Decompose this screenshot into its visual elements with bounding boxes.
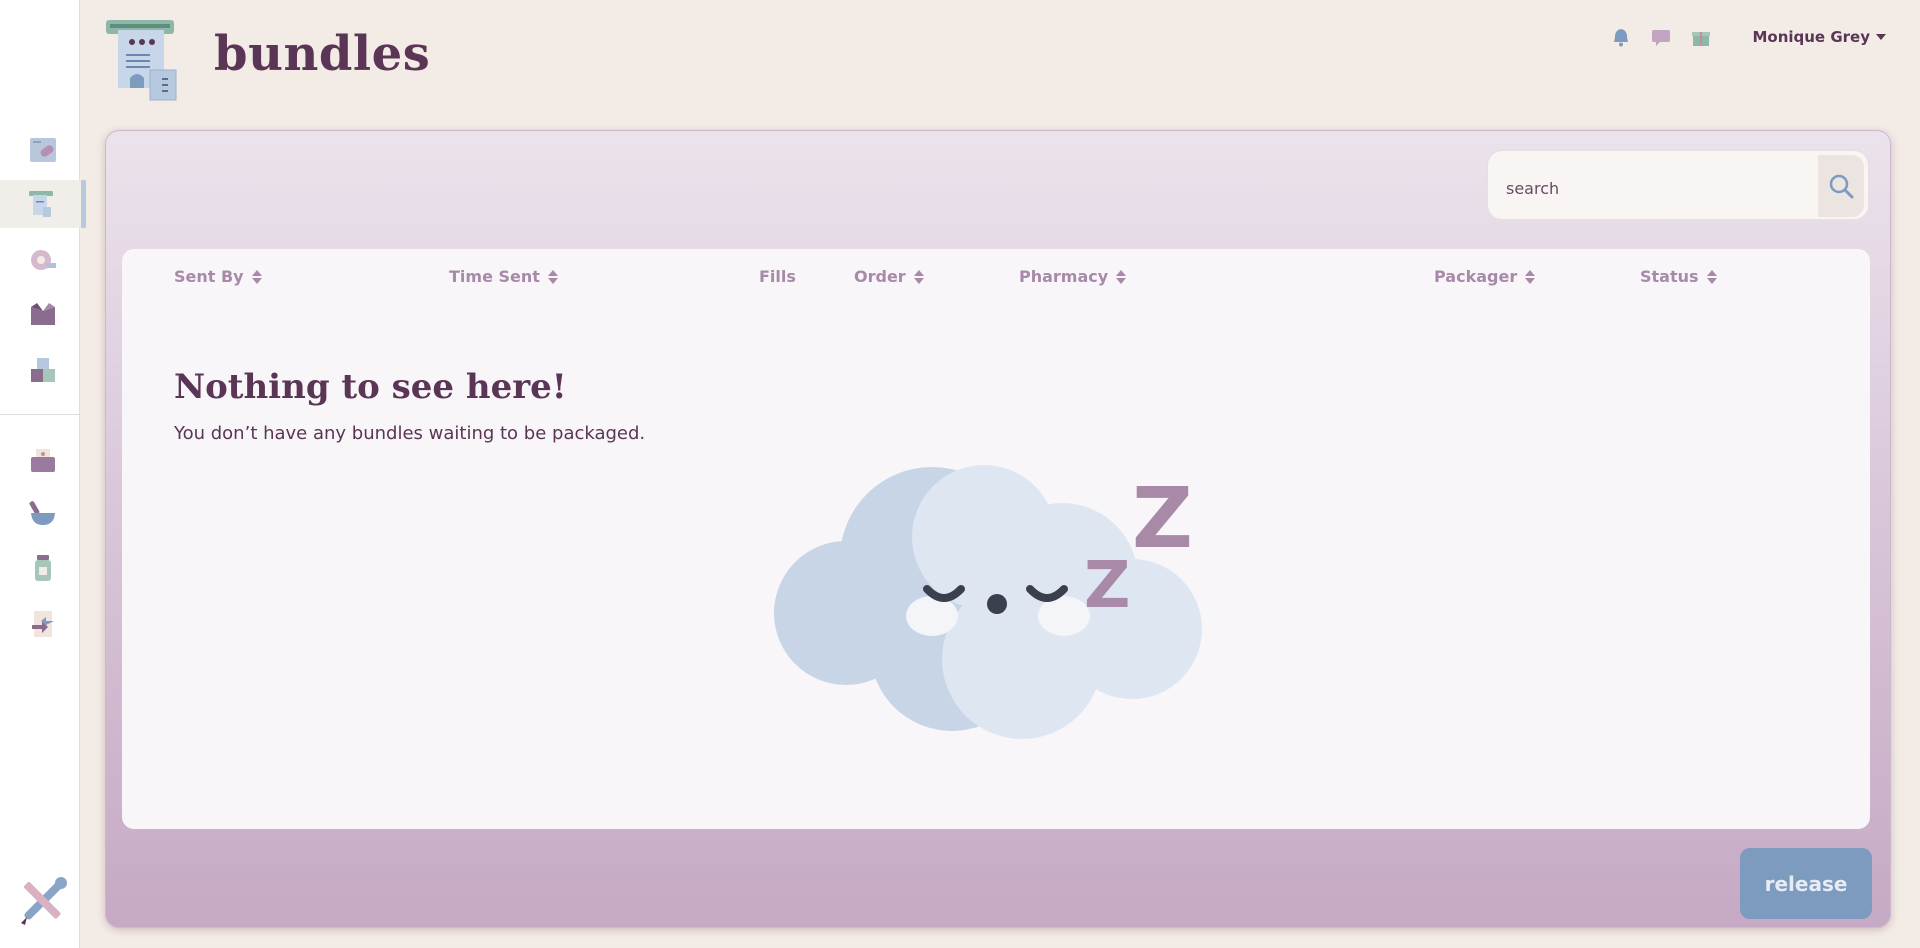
sidebar-divider [0,414,80,415]
chat-icon[interactable] [1650,26,1672,48]
bell-icon[interactable] [1610,26,1632,48]
user-name: Monique Grey [1752,28,1870,46]
bundles-table: Sent By Time Sent Fills Order Pharmacy P… [122,249,1870,829]
page-title: bundles [214,26,431,82]
column-header-fills: Fills [759,267,796,286]
sidebar-item-inbox[interactable] [0,436,86,484]
search-box [1486,149,1870,221]
sidebar-item-compounding[interactable] [0,490,86,538]
tools-pencil-wrench-icon [21,877,67,925]
sidebar-item-transfers[interactable] [0,600,86,648]
chevron-down-icon [1876,34,1886,40]
sidebar-item-tape[interactable] [0,236,86,284]
column-header-time-sent[interactable]: Time Sent [449,267,558,286]
sort-icon [251,269,262,284]
column-header-order[interactable]: Order [854,267,924,286]
user-menu[interactable]: Monique Grey [1752,28,1886,46]
sidebar-item-boxes[interactable] [0,346,86,394]
column-header-sent-by[interactable]: Sent By [174,267,262,286]
sidebar-item-box[interactable] [0,290,86,338]
sleep-z-small: Z [1084,549,1130,623]
sort-icon [1525,269,1536,284]
release-button[interactable]: release [1740,848,1872,919]
sidebar [0,0,86,948]
column-header-status[interactable]: Status [1640,267,1717,286]
open-box-icon [31,303,55,325]
sort-icon [547,269,558,284]
inbox-tray-icon [31,449,55,472]
column-header-packager[interactable]: Packager [1434,267,1536,286]
transfer-arrows-icon [32,611,54,637]
sort-icon [1706,269,1717,284]
bundles-receipt-icon [28,191,53,217]
sleep-z-large: Z [1132,469,1193,567]
sidebar-item-bundles[interactable] [0,180,86,228]
sort-icon [913,269,924,284]
sidebar-item-tools[interactable] [0,876,86,926]
empty-state-title: Nothing to see here! [174,367,567,407]
prescription-pill-icon [30,138,56,162]
sidebar-item-bottle[interactable] [0,544,86,592]
bundles-panel: Sent By Time Sent Fills Order Pharmacy P… [105,130,1891,928]
search-icon [1829,174,1854,199]
medicine-bottle-icon [35,555,51,581]
empty-state-message: You don’t have any bundles waiting to be… [174,423,646,444]
top-bar: Monique Grey [1610,26,1886,48]
bundles-logo-icon [106,20,177,101]
search-button[interactable] [1818,155,1864,217]
search-input[interactable] [1492,157,1828,219]
gift-icon[interactable] [1690,26,1712,48]
sort-icon [1116,269,1127,284]
column-header-pharmacy[interactable]: Pharmacy [1019,267,1127,286]
tape-icon [31,250,56,270]
sidebar-item-prescriptions[interactable] [0,126,86,174]
mortar-pestle-icon [29,501,55,525]
sleeping-cloud-illustration: Z Z [774,465,1202,739]
stacked-boxes-icon [31,358,55,382]
